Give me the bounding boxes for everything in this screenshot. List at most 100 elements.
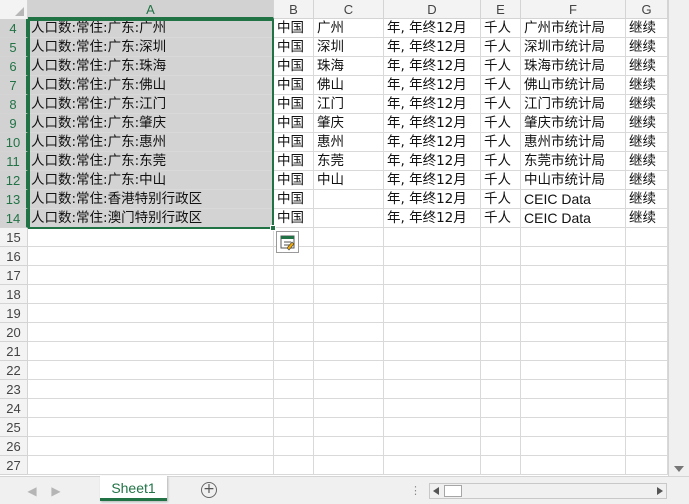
cell[interactable]: 广州 bbox=[314, 19, 384, 38]
cell[interactable] bbox=[28, 323, 274, 342]
select-all-corner[interactable] bbox=[0, 0, 28, 19]
cell[interactable] bbox=[626, 418, 668, 437]
cell[interactable] bbox=[626, 323, 668, 342]
cell[interactable]: 人口数:常住:广东:深圳 bbox=[28, 38, 274, 57]
cell[interactable] bbox=[274, 266, 314, 285]
row-header[interactable]: 12 bbox=[0, 171, 28, 190]
cell[interactable] bbox=[481, 342, 521, 361]
cell[interactable]: 肇庆 bbox=[314, 114, 384, 133]
cell[interactable]: 千人 bbox=[481, 114, 521, 133]
row-header[interactable]: 27 bbox=[0, 456, 28, 475]
cell[interactable] bbox=[314, 266, 384, 285]
row-header[interactable]: 11 bbox=[0, 152, 28, 171]
column-header-c[interactable]: C bbox=[314, 0, 384, 19]
cell[interactable] bbox=[28, 456, 274, 475]
scroll-left-arrow-icon[interactable] bbox=[433, 487, 439, 495]
cell[interactable] bbox=[384, 437, 481, 456]
cell[interactable]: 人口数:常住:广东:珠海 bbox=[28, 57, 274, 76]
cell[interactable]: 千人 bbox=[481, 171, 521, 190]
cell[interactable]: 佛山市统计局 bbox=[521, 76, 626, 95]
cell[interactable] bbox=[384, 380, 481, 399]
cell[interactable] bbox=[28, 342, 274, 361]
cell[interactable]: 千人 bbox=[481, 209, 521, 228]
cell[interactable]: 千人 bbox=[481, 190, 521, 209]
cell[interactable] bbox=[626, 266, 668, 285]
cell[interactable] bbox=[481, 266, 521, 285]
column-header-d[interactable]: D bbox=[384, 0, 481, 19]
cell[interactable]: 千人 bbox=[481, 152, 521, 171]
scroll-right-arrow-icon[interactable] bbox=[657, 487, 663, 495]
cell[interactable] bbox=[521, 456, 626, 475]
row-header[interactable]: 22 bbox=[0, 361, 28, 380]
cell[interactable] bbox=[521, 380, 626, 399]
cell[interactable] bbox=[521, 228, 626, 247]
cell[interactable] bbox=[384, 342, 481, 361]
cell[interactable] bbox=[314, 342, 384, 361]
cell[interactable] bbox=[28, 266, 274, 285]
cell[interactable]: 年, 年终12月 bbox=[384, 190, 481, 209]
cell[interactable] bbox=[626, 380, 668, 399]
cell[interactable]: 中国 bbox=[274, 152, 314, 171]
cell[interactable] bbox=[384, 456, 481, 475]
cell[interactable] bbox=[626, 304, 668, 323]
cell[interactable] bbox=[626, 399, 668, 418]
cell[interactable] bbox=[521, 418, 626, 437]
cell[interactable] bbox=[521, 361, 626, 380]
cell[interactable]: 继续 bbox=[626, 114, 668, 133]
cell[interactable] bbox=[314, 456, 384, 475]
cell[interactable]: 继续 bbox=[626, 133, 668, 152]
cell[interactable] bbox=[521, 304, 626, 323]
cell[interactable] bbox=[314, 380, 384, 399]
cell[interactable]: 继续 bbox=[626, 152, 668, 171]
row-header[interactable]: 16 bbox=[0, 247, 28, 266]
cell[interactable] bbox=[626, 247, 668, 266]
cell[interactable] bbox=[481, 380, 521, 399]
row-header[interactable]: 8 bbox=[0, 95, 28, 114]
cell[interactable] bbox=[626, 361, 668, 380]
cell[interactable] bbox=[28, 437, 274, 456]
row-header[interactable]: 17 bbox=[0, 266, 28, 285]
cell[interactable] bbox=[481, 228, 521, 247]
cell[interactable]: 继续 bbox=[626, 19, 668, 38]
cell[interactable]: 佛山 bbox=[314, 76, 384, 95]
column-header-f[interactable]: F bbox=[521, 0, 626, 19]
row-header[interactable]: 5 bbox=[0, 38, 28, 57]
cell[interactable]: 东莞市统计局 bbox=[521, 152, 626, 171]
cell[interactable] bbox=[314, 247, 384, 266]
cell[interactable]: 千人 bbox=[481, 95, 521, 114]
row-header[interactable]: 6 bbox=[0, 57, 28, 76]
cell[interactable]: 年, 年终12月 bbox=[384, 95, 481, 114]
row-header[interactable]: 21 bbox=[0, 342, 28, 361]
cell[interactable]: CEIC Data bbox=[521, 209, 626, 228]
cell[interactable] bbox=[521, 323, 626, 342]
cell[interactable]: 千人 bbox=[481, 19, 521, 38]
cell[interactable] bbox=[274, 361, 314, 380]
cell[interactable]: 年, 年终12月 bbox=[384, 57, 481, 76]
cell[interactable] bbox=[314, 228, 384, 247]
cell[interactable]: 千人 bbox=[481, 38, 521, 57]
cell[interactable] bbox=[384, 361, 481, 380]
cell[interactable]: 继续 bbox=[626, 209, 668, 228]
cell[interactable] bbox=[384, 304, 481, 323]
cell[interactable] bbox=[314, 209, 384, 228]
cell[interactable] bbox=[521, 399, 626, 418]
cell[interactable]: 中山 bbox=[314, 171, 384, 190]
cell[interactable]: CEIC Data bbox=[521, 190, 626, 209]
cell[interactable]: 肇庆市统计局 bbox=[521, 114, 626, 133]
cell[interactable]: 中国 bbox=[274, 133, 314, 152]
cell[interactable] bbox=[314, 399, 384, 418]
cell[interactable]: 中国 bbox=[274, 76, 314, 95]
cell[interactable]: 继续 bbox=[626, 171, 668, 190]
cell[interactable] bbox=[314, 190, 384, 209]
column-header-g[interactable]: G bbox=[626, 0, 668, 19]
cell[interactable] bbox=[274, 380, 314, 399]
sheet-tab-sheet1[interactable]: Sheet1 bbox=[100, 476, 167, 501]
cell[interactable]: 继续 bbox=[626, 95, 668, 114]
cell[interactable] bbox=[274, 437, 314, 456]
quick-analysis-button[interactable] bbox=[276, 231, 299, 253]
cell[interactable] bbox=[28, 304, 274, 323]
cell[interactable] bbox=[384, 247, 481, 266]
row-header[interactable]: 25 bbox=[0, 418, 28, 437]
add-sheet-icon[interactable]: + bbox=[201, 482, 217, 498]
cell[interactable] bbox=[314, 285, 384, 304]
